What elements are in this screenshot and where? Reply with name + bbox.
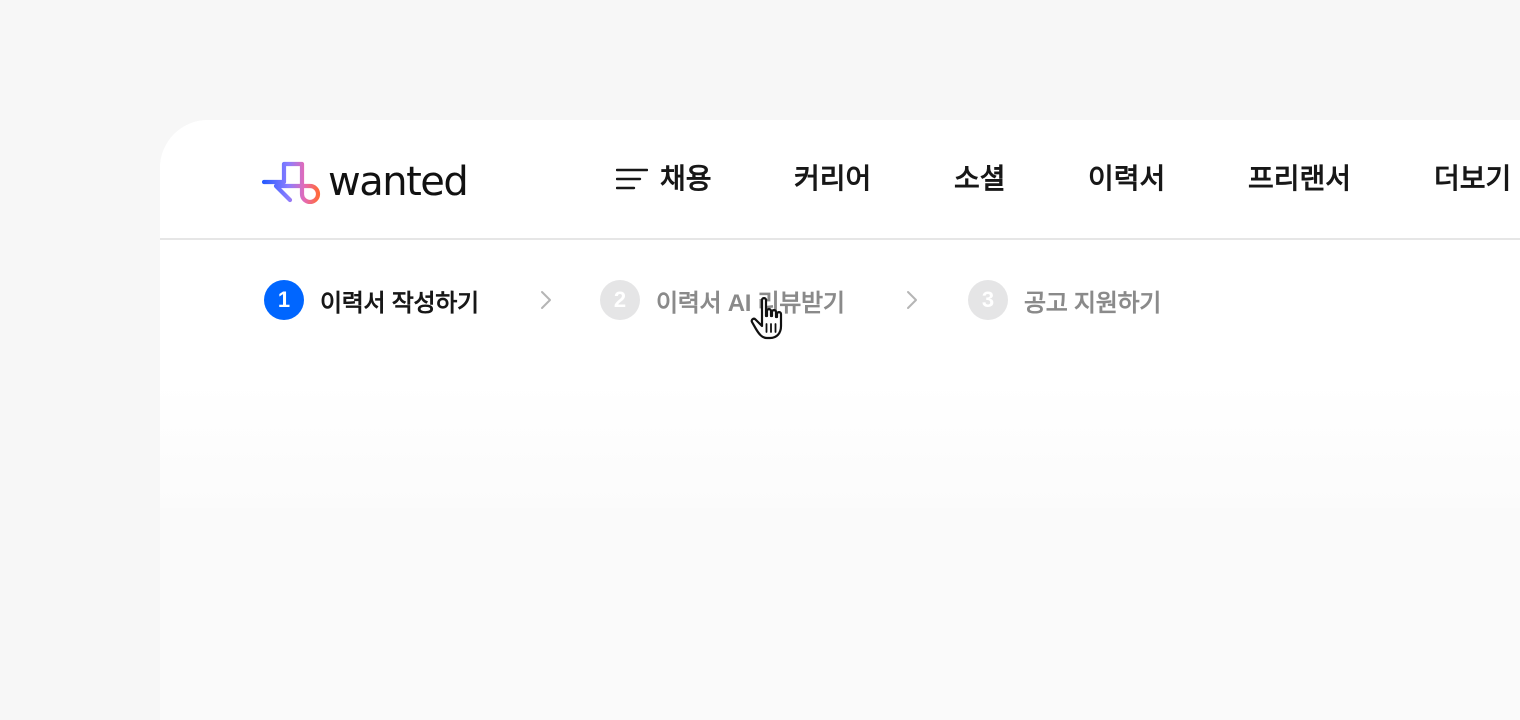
logo-wordmark: wanted xyxy=(328,159,469,205)
nav-item-label: 더보기 xyxy=(1434,163,1512,194)
nav-item-resume[interactable]: 이력서 xyxy=(1088,120,1165,238)
chevron-right-icon xyxy=(907,291,917,309)
step-label: 공고 지원하기 xyxy=(1024,289,1162,317)
content-area xyxy=(160,508,1520,720)
hamburger-menu-icon xyxy=(616,168,648,190)
step-apply-job[interactable]: 3 공고 지원하기 xyxy=(968,280,1161,320)
nav-item-freelancer[interactable]: 프리랜서 xyxy=(1248,120,1351,238)
nav-item-label: 이력서 xyxy=(1088,163,1166,194)
step-write-resume[interactable]: 1 이력서 작성하기 xyxy=(264,280,479,320)
step-label: 이력서 AI 리뷰받기 xyxy=(656,289,845,317)
wanted-logo-mark-icon xyxy=(262,161,321,204)
nav-item-label: 소셜 xyxy=(954,163,1006,194)
wanted-logo[interactable]: wanted xyxy=(262,159,469,205)
step-label: 이력서 작성하기 xyxy=(320,289,479,317)
nav-item-recruit[interactable]: 채용 xyxy=(616,120,712,238)
content-header-band xyxy=(160,382,1520,508)
nav-item-label: 채용 xyxy=(660,163,712,194)
nav-item-career[interactable]: 커리어 xyxy=(794,120,871,238)
step-number-badge: 3 xyxy=(968,280,1008,320)
nav-item-more[interactable]: 더보기 xyxy=(1434,120,1511,238)
nav-item-social[interactable]: 소셜 xyxy=(954,120,1006,238)
top-navigation-bar: wanted 채용 커리어 소셜 이력서 프리랜서 더보기 xyxy=(160,120,1520,240)
step-number-badge: 2 xyxy=(600,280,640,320)
app-window: wanted 채용 커리어 소셜 이력서 프리랜서 더보기 1 이력서 작성하기… xyxy=(160,120,1520,720)
chevron-right-icon xyxy=(541,291,551,309)
step-number-badge: 1 xyxy=(264,280,304,320)
nav-item-label: 프리랜서 xyxy=(1248,163,1352,194)
step-ai-review[interactable]: 2 이력서 AI 리뷰받기 xyxy=(600,280,845,320)
nav-item-label: 커리어 xyxy=(794,163,872,194)
